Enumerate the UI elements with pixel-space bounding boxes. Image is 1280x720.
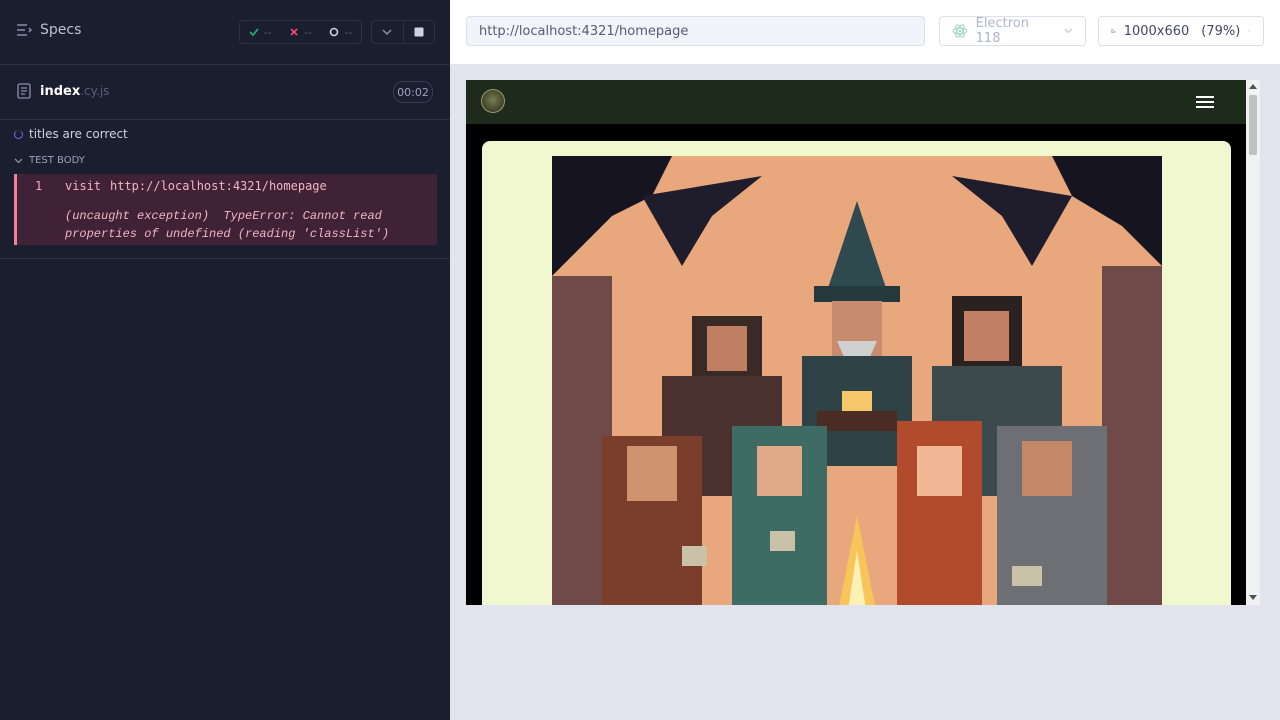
- viewport-scale: (79%): [1201, 23, 1241, 39]
- chevron-down-icon: [14, 158, 23, 163]
- x-icon: [290, 28, 298, 36]
- error-message: (uncaught exception) TypeError: Cannot r…: [65, 207, 425, 243]
- ring-icon: [330, 27, 339, 37]
- specs-label: Specs: [40, 22, 82, 38]
- command-name: visit: [65, 179, 102, 193]
- hamburger-icon[interactable]: [1196, 96, 1214, 110]
- command-message: http://localhost:4321/homepage: [110, 179, 327, 193]
- browser-name: Electron 118: [975, 16, 1029, 46]
- viewport-icon: [1111, 29, 1116, 33]
- expand-collapse-button[interactable]: [372, 21, 403, 43]
- error-line-1: (uncaught exception) TypeError: Cannot r…: [65, 209, 382, 223]
- chevron-down-icon: [382, 29, 392, 35]
- browser-selector[interactable]: Electron 118: [939, 16, 1086, 46]
- aut-iframe: [466, 80, 1246, 605]
- site-logo[interactable]: [481, 89, 505, 113]
- run-controls: [371, 20, 435, 44]
- hero-card: [482, 141, 1231, 605]
- url-bar[interactable]: http://localhost:4321/homepage: [466, 16, 925, 46]
- aut-scrollbar[interactable]: [1246, 80, 1260, 605]
- running-spinner-icon: [14, 129, 23, 139]
- chevron-down-icon: [1064, 28, 1073, 34]
- hero-pixel-art-image: [552, 156, 1162, 605]
- spec-header: index.cy.js 00:02: [0, 65, 450, 120]
- reporter-header: Specs -- -- --: [0, 0, 450, 65]
- document-icon: [17, 83, 31, 99]
- test-stats: -- -- --: [239, 20, 362, 44]
- aut-header: http://localhost:4321/homepage Electron …: [450, 0, 1280, 64]
- failed-count: --: [304, 25, 312, 39]
- test-body-label: Test Body: [29, 155, 85, 166]
- passed-count: --: [263, 25, 272, 39]
- viewport-size: 1000x660: [1123, 23, 1190, 39]
- passed-stat: --: [249, 26, 272, 39]
- spec-extension: .cy.js: [80, 84, 110, 98]
- scroll-up-icon[interactable]: [1249, 84, 1257, 89]
- reporter-panel: Specs -- -- -- index.cy.js 00:02 titles …: [0, 0, 450, 720]
- divider: [0, 258, 450, 259]
- list-toggle-icon: [17, 24, 32, 36]
- spec-duration: 00:02: [393, 81, 433, 103]
- test-body-toggle[interactable]: Test Body: [14, 155, 85, 166]
- site-navbar: [466, 80, 1246, 124]
- pending-count: --: [344, 25, 353, 39]
- test-title-row[interactable]: titles are correct: [14, 127, 128, 141]
- scroll-thumb[interactable]: [1249, 95, 1257, 155]
- chevron-down-icon: [1248, 30, 1251, 32]
- spec-name: index: [40, 84, 81, 99]
- spec-file-name[interactable]: index.cy.js: [40, 84, 109, 99]
- error-line-2: properties of undefined (reading 'classL…: [65, 227, 390, 241]
- command-error-row[interactable]: 1 visit http://localhost:4321/homepage (…: [14, 174, 437, 245]
- pending-stat: --: [329, 26, 352, 39]
- command-number: 1: [35, 179, 43, 193]
- viewport-info[interactable]: 1000x660 (79%): [1098, 16, 1264, 46]
- check-icon: [249, 28, 259, 37]
- failed-stat: --: [289, 26, 312, 39]
- stop-square-icon: [414, 27, 424, 37]
- electron-icon: [952, 24, 968, 38]
- scroll-down-icon[interactable]: [1249, 595, 1257, 600]
- stop-button[interactable]: [402, 21, 435, 43]
- specs-toggle-button[interactable]: Specs: [16, 22, 81, 38]
- test-title: titles are correct: [29, 127, 128, 141]
